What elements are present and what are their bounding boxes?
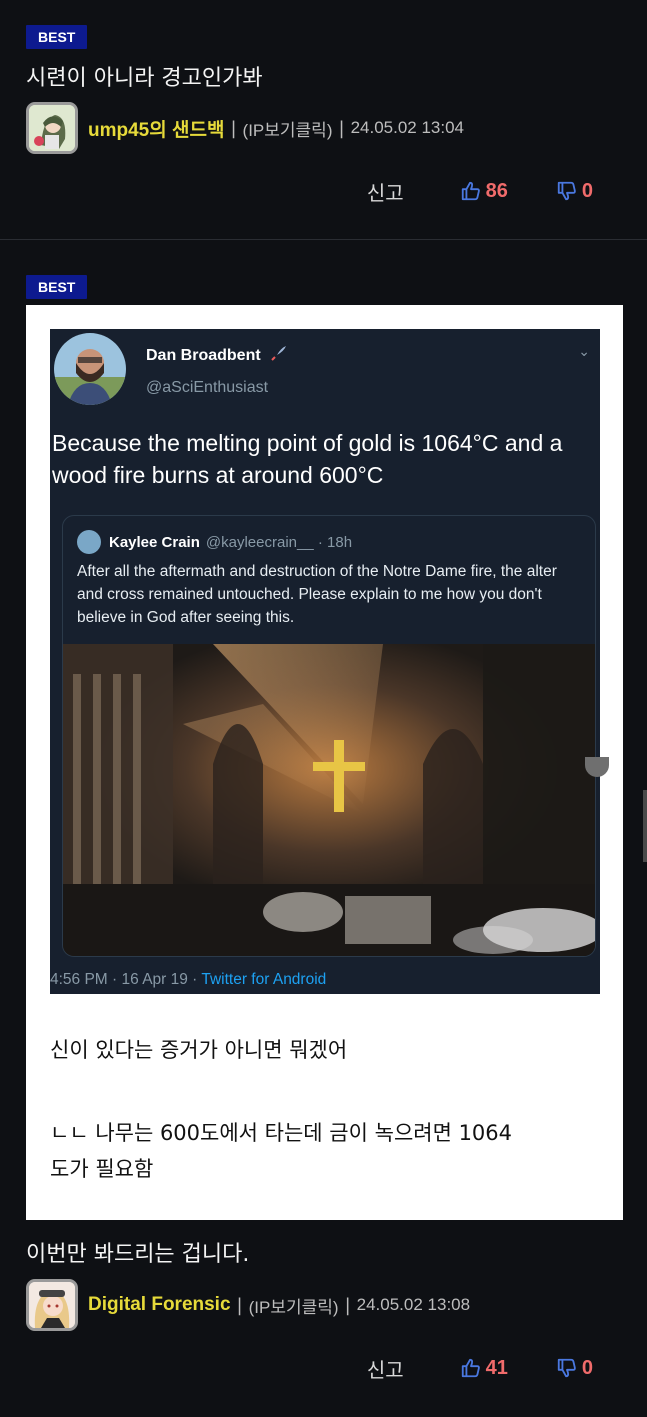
post-timestamp: 24.05.02 13:04 xyxy=(350,118,465,137)
post-timestamp: 24.05.02 13:08 xyxy=(356,1295,471,1314)
best-badge: BEST xyxy=(26,25,88,49)
downvote-count: 0 xyxy=(581,179,593,202)
post-actions: 신고 86 0 xyxy=(367,176,593,206)
post-body-line: 신이 있다는 증거가 아니면 뭐겠어 xyxy=(50,1038,348,1062)
upvote-button[interactable]: 41 xyxy=(460,1357,556,1380)
post-meta: ump45의 샌드백 | (IP보기클릭) | 24.05.02 13:04 xyxy=(26,102,464,154)
post-content: Dan Broadbent @aSciEnthusiast ⌄ Because … xyxy=(26,305,623,1220)
tweet-author-name: Dan Broadbent xyxy=(146,345,287,365)
post-divider xyxy=(0,239,647,240)
downvote-button[interactable]: 0 xyxy=(556,180,593,203)
downvote-count: 0 xyxy=(581,1356,593,1379)
meta-separator: | xyxy=(344,1294,351,1316)
author-nickname[interactable]: ump45의 샌드백 xyxy=(88,115,224,142)
post-title[interactable]: 시련이 아니라 경고인가봐 xyxy=(26,60,263,92)
best-badge: BEST xyxy=(26,275,88,299)
tweet-handle: @aSciEnthusiast xyxy=(146,379,269,396)
author-nickname[interactable]: Digital Forensic xyxy=(88,1294,231,1316)
meta-separator: | xyxy=(236,1294,243,1316)
rocket-icon xyxy=(271,346,287,361)
post-actions: 신고 41 0 xyxy=(367,1353,593,1383)
upvote-button[interactable]: 86 xyxy=(460,180,556,203)
meta-separator: | xyxy=(230,117,237,139)
tweet-avatar xyxy=(54,333,126,405)
tweet-text: Because the melting point of gold is 106… xyxy=(52,430,563,488)
quoted-text: After all the aftermath and destruction … xyxy=(77,563,557,626)
cathedral-photo xyxy=(63,644,595,956)
report-button[interactable]: 신고 xyxy=(367,177,404,206)
thumbs-down-icon xyxy=(557,181,576,201)
quoted-handle: @kayleecrain__ · 18h xyxy=(205,533,353,551)
scrollbar[interactable] xyxy=(643,790,647,862)
quoted-tweet: Kaylee Crain @kayleecrain__ · 18h After … xyxy=(62,515,596,957)
post-body-line: ㄴㄴ 나무는 600도에서 타는데 금이 녹으려면 1064 xyxy=(50,1121,513,1145)
thumbs-down-icon xyxy=(557,1358,576,1378)
post-meta: Digital Forensic | (IP보기클릭) | 24.05.02 1… xyxy=(26,1279,470,1331)
tweet-screenshot: Dan Broadbent @aSciEnthusiast ⌄ Because … xyxy=(50,329,600,994)
meta-separator: | xyxy=(338,117,345,139)
tweet-footer: 4:56 PM · 16 Apr 19 · Twitter for Androi… xyxy=(50,971,327,988)
quoted-avatar xyxy=(77,530,101,554)
quoted-author-name: Kaylee Crain xyxy=(109,533,200,551)
post-title[interactable]: 이번만 봐드리는 겁니다. xyxy=(26,1236,249,1268)
thumbs-up-icon xyxy=(461,1358,480,1378)
ip-link[interactable]: (IP보기클릭) xyxy=(249,1293,339,1318)
downvote-button[interactable]: 0 xyxy=(556,1357,593,1380)
chevron-down-icon: ⌄ xyxy=(578,343,590,359)
upvote-count: 86 xyxy=(485,179,508,202)
avatar[interactable] xyxy=(26,1279,78,1331)
post-body-line: 도가 필요함 xyxy=(50,1157,154,1181)
thumbs-up-icon xyxy=(461,181,480,201)
upvote-count: 41 xyxy=(485,1356,508,1379)
ip-link[interactable]: (IP보기클릭) xyxy=(243,116,333,141)
report-button[interactable]: 신고 xyxy=(367,1354,404,1383)
avatar[interactable] xyxy=(26,102,78,154)
